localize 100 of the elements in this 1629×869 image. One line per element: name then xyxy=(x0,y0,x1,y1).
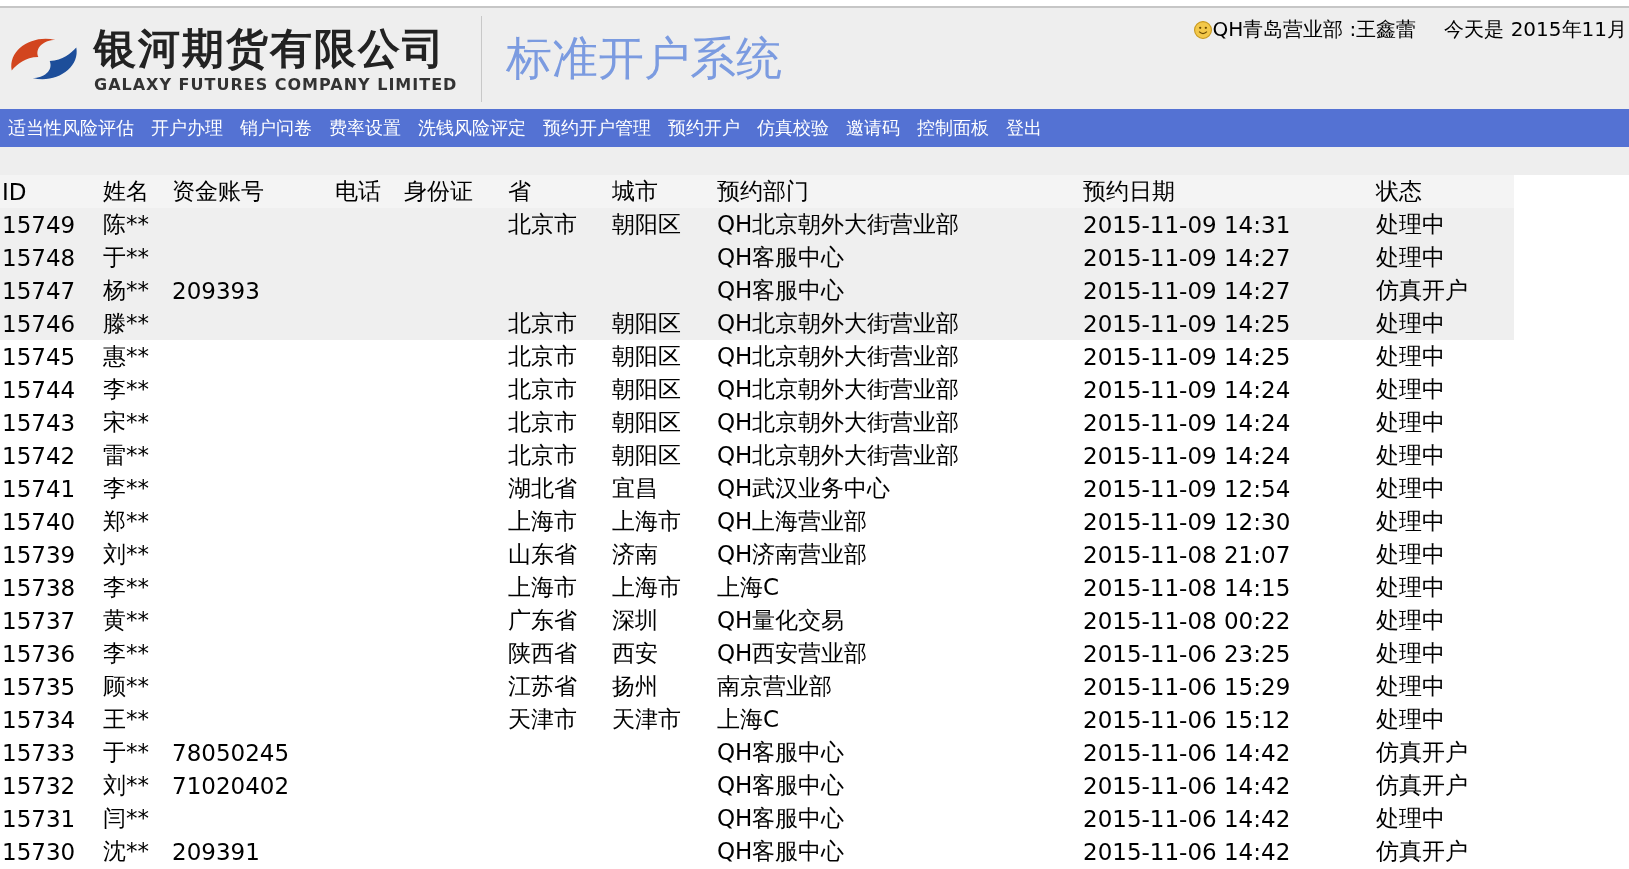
table-cell-text: QH量化交易 xyxy=(716,606,846,635)
table-cell-text: 上海市 xyxy=(507,507,578,536)
table-cell-text: 处理中 xyxy=(1375,540,1446,569)
table-cell-text: 2015-11-09 14:24 xyxy=(1082,376,1292,403)
table-cell-text: 15741 xyxy=(1,475,77,502)
table-cell-text: 2015-11-09 14:27 xyxy=(1082,244,1292,271)
table-cell-text: QH济南营业部 xyxy=(716,540,869,569)
table-cell-text: 上海C xyxy=(716,573,781,602)
nav-link[interactable]: 登出 xyxy=(1002,116,1055,140)
table-cell-text: QH北京朝外大街营业部 xyxy=(716,408,961,437)
table-cell-text: 闫** xyxy=(102,804,150,833)
table-cell-text: 71020402 xyxy=(171,772,291,799)
nav-link[interactable]: 销户问卷 xyxy=(236,116,325,140)
table-cell-text: 15733 xyxy=(1,739,77,766)
table-cell-text: 宋** xyxy=(102,408,150,437)
table-cell-text: 宜昌 xyxy=(611,474,659,503)
nav-link[interactable]: 适当性风险评估 xyxy=(4,116,147,140)
table-cell-text: QH客服中心 xyxy=(716,243,846,272)
table-cell-text: 2015-11-06 14:42 xyxy=(1082,838,1292,865)
table-cell-text: QH武汉业务中心 xyxy=(716,474,892,503)
column-header: 身份证 xyxy=(403,177,474,206)
table-cell-text: 2015-11-06 14:42 xyxy=(1082,739,1292,766)
table-cell-text: 北京市 xyxy=(507,375,578,404)
table-cell-text: 李** xyxy=(102,639,150,668)
table-cell-text: 15740 xyxy=(1,508,77,535)
column-header: 资金账号 xyxy=(171,177,265,206)
table-cell-text: 2015-11-08 14:15 xyxy=(1082,574,1292,601)
nav-link[interactable]: 费率设置 xyxy=(325,116,414,140)
table-cell-text: 15736 xyxy=(1,640,77,667)
table-cell-text: 李** xyxy=(102,573,150,602)
table-cell-text: 15743 xyxy=(1,409,77,436)
table-cell-text: 15744 xyxy=(1,376,77,403)
table-cell-text: 处理中 xyxy=(1375,474,1446,503)
table-cell-text: 深圳 xyxy=(611,606,659,635)
table-cell-text: QH上海营业部 xyxy=(716,507,869,536)
table-cell-text: 处理中 xyxy=(1375,639,1446,668)
table-cell-text: 78050245 xyxy=(171,739,291,766)
table-cell-text: QH北京朝外大街营业部 xyxy=(716,210,961,239)
table-cell-text: 朝阳区 xyxy=(611,210,682,239)
table-cell-text: 2015-11-08 00:22 xyxy=(1082,607,1292,634)
table-cell-text: 西安 xyxy=(611,639,659,668)
table-cell-text: 2015-11-09 14:31 xyxy=(1082,211,1292,238)
table-cell-text: 朝阳区 xyxy=(611,342,682,371)
table-cell-text: 2015-11-09 14:25 xyxy=(1082,310,1292,337)
table-cell-text: 处理中 xyxy=(1375,573,1446,602)
column-header: 电话 xyxy=(334,177,382,206)
table-cell-text: QH北京朝外大街营业部 xyxy=(716,309,961,338)
table-cell-text: 天津市 xyxy=(507,705,578,734)
nav-link[interactable]: 预约开户管理 xyxy=(539,116,664,140)
table-cell-text: 15731 xyxy=(1,805,77,832)
table-cell-text: 朝阳区 xyxy=(611,408,682,437)
table-cell-text: 上海C xyxy=(716,705,781,734)
user-label: QH青岛营业部 :王鑫蕾 xyxy=(1212,16,1417,43)
table-cell-text: 郑** xyxy=(102,507,150,536)
table-cell-text: 北京市 xyxy=(507,210,578,239)
column-header: 省 xyxy=(507,177,532,206)
nav-link[interactable]: 预约开户 xyxy=(664,116,753,140)
table-cell-text: 15747 xyxy=(1,277,77,304)
nav-link[interactable]: 邀请码 xyxy=(842,116,913,140)
table-cell-text: 北京市 xyxy=(507,342,578,371)
table-cell-text: 北京市 xyxy=(507,309,578,338)
table-cell-text: 朝阳区 xyxy=(611,441,682,470)
table-cell-text: 陈** xyxy=(102,210,150,239)
table-cell-text: QH西安营业部 xyxy=(716,639,869,668)
table-cell-text: 处理中 xyxy=(1375,243,1446,272)
table-cell-text: 处理中 xyxy=(1375,672,1446,701)
table-cell-text: 2015-11-09 14:25 xyxy=(1082,343,1292,370)
table-cell-text: 南京营业部 xyxy=(716,672,833,701)
table-cell-text: QH北京朝外大街营业部 xyxy=(716,441,961,470)
table-cell-text: 广东省 xyxy=(507,606,578,635)
table-cell-text: 15734 xyxy=(1,706,77,733)
table-cell-text: 滕** xyxy=(102,309,150,338)
nav-link[interactable]: 仿真校验 xyxy=(753,116,842,140)
nav-link[interactable]: 开户办理 xyxy=(147,116,236,140)
table-cell-text: 15738 xyxy=(1,574,77,601)
table-cell-text: 209393 xyxy=(171,277,261,304)
table-cell-text: 雷** xyxy=(102,441,150,470)
table-cell-text: 处理中 xyxy=(1375,408,1446,437)
table-cell-text: 2015-11-09 14:27 xyxy=(1082,277,1292,304)
table-cell-text: 于** xyxy=(102,738,150,767)
nav-link[interactable]: 控制面板 xyxy=(913,116,1002,140)
table-cell-text: 2015-11-08 21:07 xyxy=(1082,541,1292,568)
table-cell-text: 15735 xyxy=(1,673,77,700)
table-cell-text: 15732 xyxy=(1,772,77,799)
table-cell-text: 李** xyxy=(102,375,150,404)
table-cell-text: 处理中 xyxy=(1375,375,1446,404)
table-cell-text: 刘** xyxy=(102,540,150,569)
table-cell-text: 处理中 xyxy=(1375,705,1446,734)
table-cell-text: 2015-11-09 14:24 xyxy=(1082,442,1292,469)
table-cell-text: 上海市 xyxy=(611,573,682,602)
table-cell-text: 湖北省 xyxy=(507,474,578,503)
table-cell-text: 王** xyxy=(102,705,150,734)
table-cell-text: 惠** xyxy=(102,342,150,371)
table-cell-text: 李** xyxy=(102,474,150,503)
nav-link[interactable]: 洗钱风险评定 xyxy=(414,116,539,140)
table-cell-text: 209391 xyxy=(171,838,261,865)
table-cell-text: QH客服中心 xyxy=(716,837,846,866)
table-cell-text: 上海市 xyxy=(611,507,682,536)
table-cell-text: 处理中 xyxy=(1375,606,1446,635)
table-cell-text: 朝阳区 xyxy=(611,375,682,404)
